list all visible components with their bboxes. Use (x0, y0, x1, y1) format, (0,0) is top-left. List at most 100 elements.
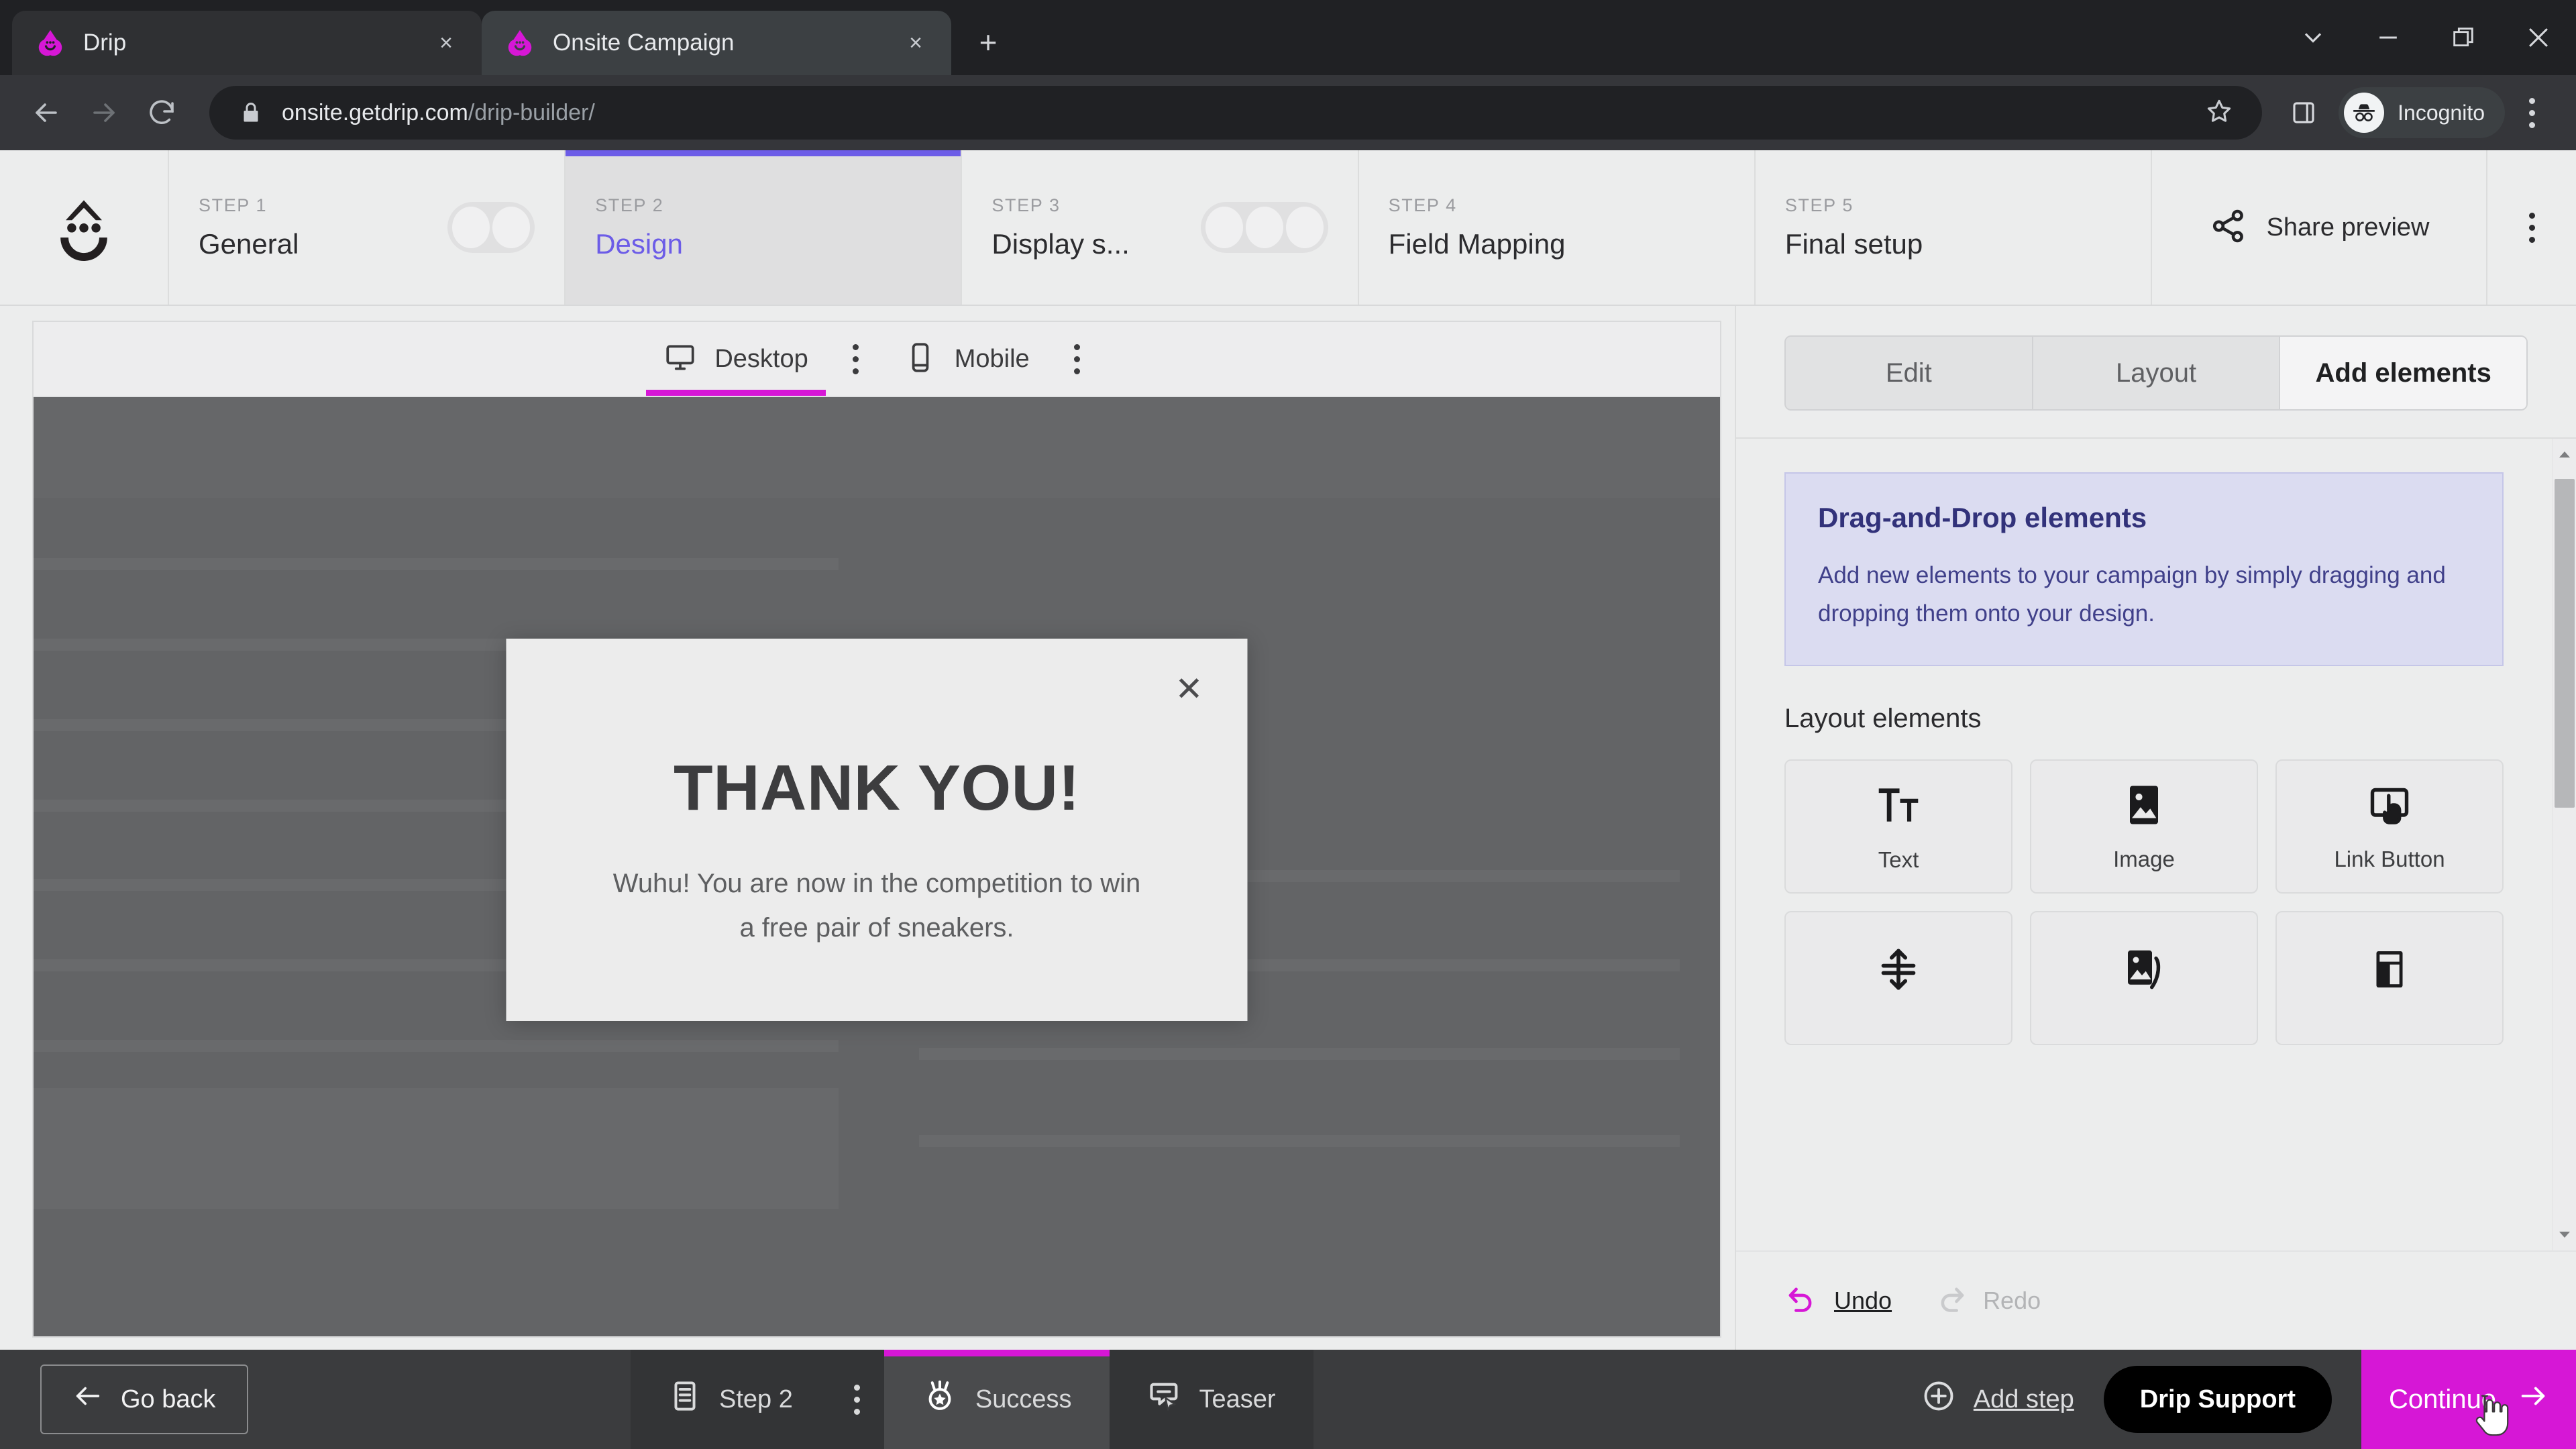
drag-and-drop-info-card: Drag-and-Drop elements Add new elements … (1784, 472, 2504, 667)
redo-button[interactable]: Redo (1933, 1282, 2041, 1320)
modal-title: THANK YOU! (674, 752, 1080, 824)
ghost-line (919, 1048, 1680, 1060)
chevron-down-icon[interactable] (2275, 0, 2351, 75)
share-preview-button[interactable]: Share preview (2152, 150, 2488, 305)
step-kicker: STEP 1 (199, 195, 268, 215)
modal-subtitle-line-1: Wuhu! You are now in the competition to … (612, 869, 1141, 898)
drip-smiley-logo[interactable] (0, 150, 169, 305)
step-kicker: STEP 4 (1388, 195, 1457, 215)
ghost-hero-block (34, 397, 1720, 498)
panel-scrollbar[interactable] (2552, 439, 2576, 1250)
element-card-image[interactable]: Image (2030, 759, 2258, 894)
scrollbar-thumb[interactable] (2555, 479, 2575, 808)
back-arrow-icon[interactable] (17, 84, 75, 142)
columns-layout-icon (2365, 945, 2414, 994)
ghost-line (919, 1135, 1680, 1147)
step-kicker: STEP 2 (595, 195, 664, 215)
element-card-spacer[interactable] (1784, 911, 2012, 1046)
step-name: Final setup (1784, 227, 1923, 260)
monitor-icon (663, 341, 697, 378)
browser-tab-drip[interactable]: Drip × (12, 11, 482, 75)
step-pill (1245, 207, 1283, 248)
browser-toolbar: onsite.getdrip.com/drip-builder/ Incogni… (0, 75, 2576, 150)
device-tab-desktop[interactable]: Desktop (646, 322, 826, 396)
step-pill (1205, 207, 1243, 248)
step-preview-tabs: Step 2 Success Teaser (631, 1350, 1313, 1449)
step-kicker: STEP 3 (991, 195, 1061, 215)
thank-you-modal-preview[interactable]: ✕ THANK YOU! Wuhu! You are now in the co… (506, 639, 1248, 1021)
info-card-title: Drag-and-Drop elements (1818, 502, 2147, 533)
step-pill (1285, 207, 1324, 248)
bottom-right-actions: Add step Drip Support Continue (1313, 1350, 2576, 1449)
bottom-tab-success[interactable]: Success (883, 1350, 1110, 1449)
bookmark-star-icon[interactable] (2196, 97, 2242, 129)
mobile-preview-menu-button[interactable] (1047, 322, 1108, 396)
scrollbar-track[interactable] (2553, 466, 2576, 1224)
reload-icon[interactable] (133, 84, 191, 142)
step-tab-final-setup[interactable]: STEP 5 Final setup (1755, 150, 2153, 305)
new-tab-button[interactable]: + (965, 19, 1012, 66)
address-bar[interactable]: onsite.getdrip.com/drip-builder/ (209, 86, 2263, 140)
spacer-vertical-arrows-icon (1874, 945, 1923, 994)
ghost-line (34, 558, 839, 570)
step-name: Display s... (991, 227, 1130, 260)
browser-tab-onsite-campaign[interactable]: Onsite Campaign × (482, 11, 951, 75)
url-path: /drip-builder/ (468, 99, 595, 125)
link-button-tap-icon (2365, 781, 2414, 829)
step-progress-pills (447, 202, 535, 253)
restore-icon[interactable] (2426, 0, 2501, 75)
element-card-columns[interactable] (2275, 911, 2504, 1046)
canvas-frame: Desktop Mobile ✕ THANK YOU! Wuhu! You ar… (32, 321, 1721, 1338)
undo-button[interactable]: Undo (1784, 1282, 1892, 1320)
profile-label: Incognito (2398, 100, 2485, 125)
bottom-toolbar: Go back Step 2 Success Teaser Add step D… (0, 1350, 2576, 1449)
scroll-down-arrow-icon[interactable] (2557, 1224, 2572, 1245)
element-card-link-button[interactable]: Link Button (2275, 759, 2504, 894)
step-tab-design[interactable]: STEP 2 Design (566, 150, 963, 305)
drip-logo-icon (504, 28, 535, 58)
tab-add-elements[interactable]: Add elements (2280, 337, 2526, 409)
scroll-up-arrow-icon[interactable] (2557, 444, 2572, 466)
right-side-panel: Edit Layout Add elements Drag-and-Drop e… (1735, 306, 2576, 1350)
continue-button[interactable]: Continue (2361, 1350, 2576, 1449)
browser-menu-icon[interactable] (2505, 86, 2559, 140)
step-tab-display-settings[interactable]: STEP 3 Display s... (962, 150, 1359, 305)
side-panel-icon[interactable] (2277, 86, 2330, 140)
tab-layout[interactable]: Layout (2033, 337, 2281, 409)
tab-close-icon[interactable]: × (898, 25, 934, 61)
element-card-image-gallery[interactable] (2030, 911, 2258, 1046)
device-tab-mobile[interactable]: Mobile (886, 322, 1047, 396)
tab-edit[interactable]: Edit (1786, 337, 2033, 409)
tab-close-icon[interactable]: × (428, 25, 464, 61)
go-back-label: Go back (121, 1385, 216, 1413)
step-kicker: STEP 5 (1784, 195, 1854, 215)
arrow-right-icon (2518, 1381, 2548, 1418)
header-more-menu-button[interactable] (2487, 150, 2576, 305)
image-gallery-icon (2120, 945, 2168, 994)
element-label: Image (2113, 847, 2175, 872)
element-card-text[interactable]: Text (1784, 759, 2012, 894)
go-back-button[interactable]: Go back (40, 1364, 248, 1434)
drip-support-button[interactable]: Drip Support (2103, 1366, 2332, 1433)
step-tab-field-mapping[interactable]: STEP 4 Field Mapping (1358, 150, 1756, 305)
incognito-icon (2344, 93, 2385, 133)
form-icon (668, 1379, 702, 1419)
modal-close-icon[interactable]: ✕ (1169, 668, 1210, 710)
add-step-button[interactable]: Add step (1921, 1379, 2074, 1420)
lock-icon (239, 101, 263, 125)
share-nodes-icon (2209, 207, 2248, 249)
close-icon[interactable] (2501, 0, 2576, 75)
tab-title: Onsite Campaign (553, 30, 735, 56)
element-label: Text (1878, 847, 1919, 873)
desktop-preview-menu-button[interactable] (826, 322, 886, 396)
bottom-tab-step-2[interactable]: Step 2 (631, 1350, 830, 1449)
forward-arrow-icon[interactable] (75, 84, 133, 142)
campaign-preview-stage[interactable]: ✕ THANK YOU! Wuhu! You are now in the co… (34, 397, 1720, 1336)
step-name: Field Mapping (1388, 227, 1566, 260)
undo-label: Undo (1834, 1287, 1892, 1314)
step-tab-general[interactable]: STEP 1 General (169, 150, 566, 305)
bottom-tab-teaser[interactable]: Teaser (1109, 1350, 1313, 1449)
step-2-menu-button[interactable] (830, 1350, 884, 1449)
incognito-profile-chip[interactable]: Incognito (2339, 87, 2505, 138)
minimize-icon[interactable] (2351, 0, 2426, 75)
